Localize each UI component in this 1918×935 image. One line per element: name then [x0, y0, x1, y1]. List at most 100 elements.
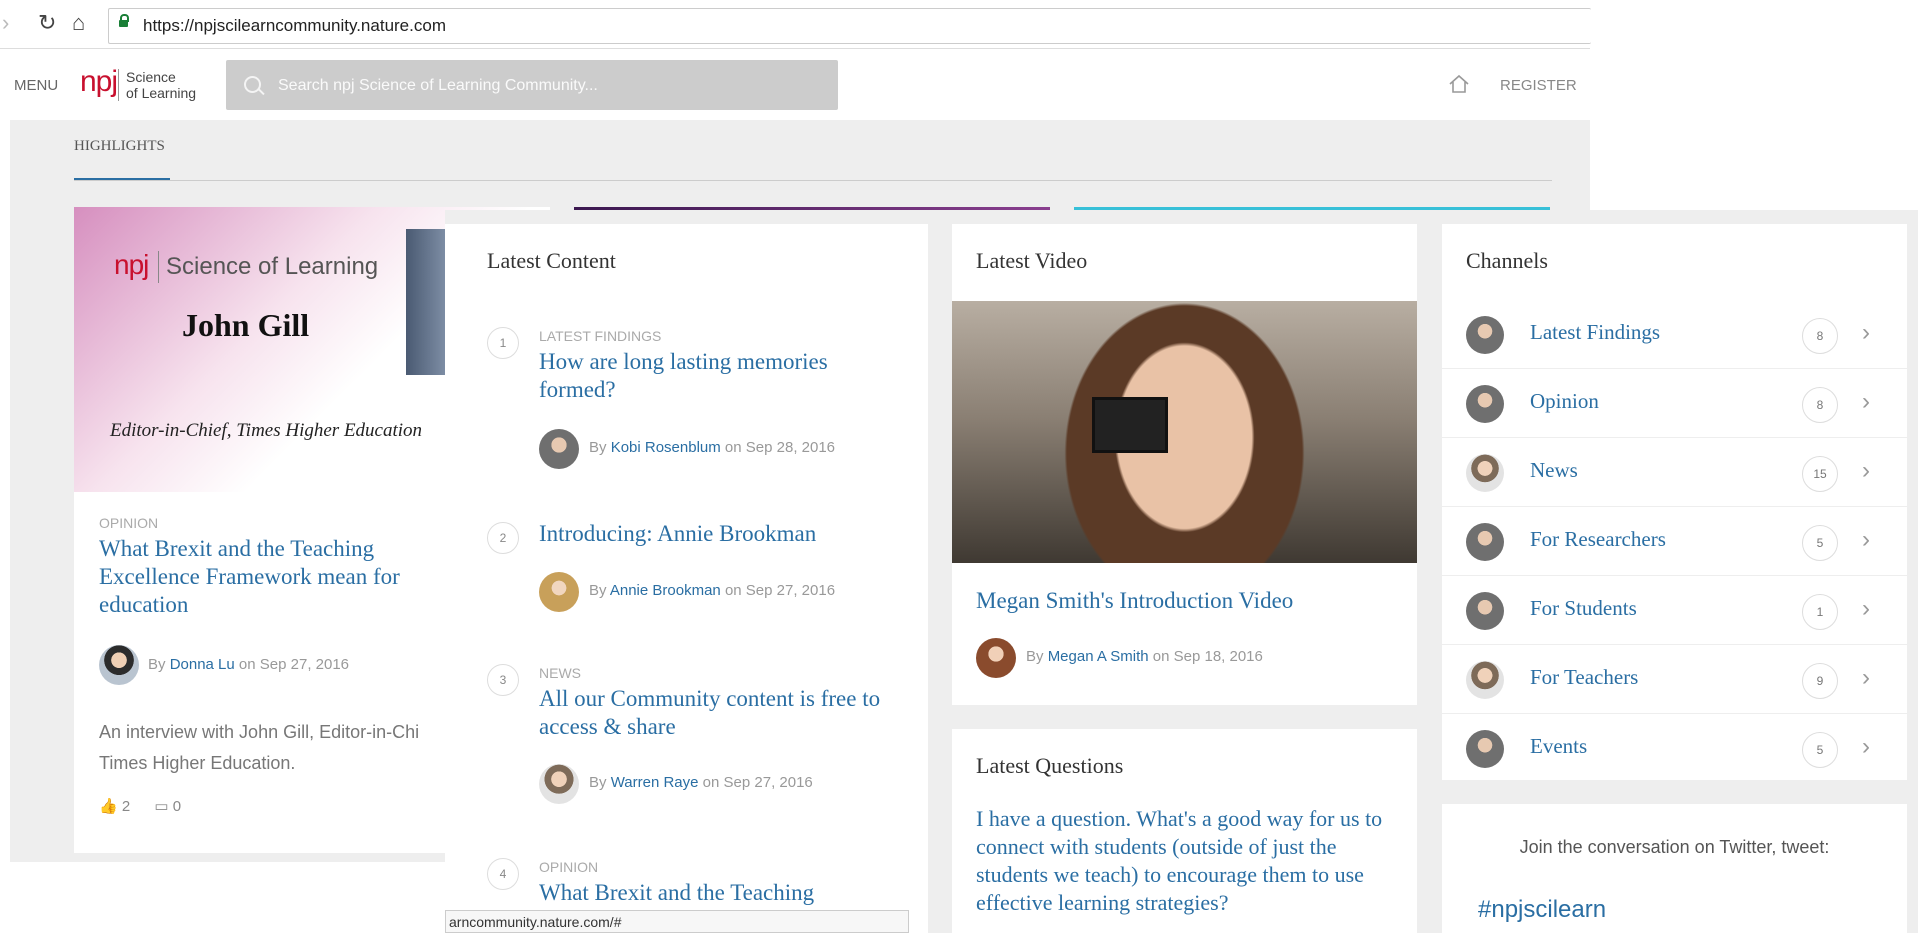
avatar[interactable] [539, 764, 579, 804]
channel-row-for-students[interactable]: For Students 1 › [1442, 576, 1907, 645]
register-link[interactable]: REGISTER [1500, 77, 1577, 94]
author-link[interactable]: Donna Lu [170, 656, 235, 673]
logo-text[interactable]: Science of Learning [126, 69, 196, 101]
twitter-prompt: Join the conversation on Twitter, tweet: [1519, 837, 1830, 857]
post-date: Sep 27, 2016 [745, 582, 836, 599]
chevron-right-icon[interactable]: › [1862, 595, 1870, 623]
twitter-panel: Join the conversation on Twitter, tweet:… [1442, 804, 1907, 933]
search-icon [244, 76, 261, 93]
on-text: on [724, 439, 742, 456]
channel-row-events[interactable]: Events 5 › [1442, 714, 1907, 782]
chevron-right-icon[interactable]: › [1862, 388, 1870, 416]
item-title[interactable]: Introducing: Annie Brookman [539, 520, 899, 548]
chevron-right-icon[interactable]: › [1862, 457, 1870, 485]
latest-video-panel: Latest Video Megan Smith's Introduction … [952, 224, 1417, 705]
by-text: By [589, 774, 607, 791]
avatar[interactable] [99, 645, 139, 685]
item-category: OPINION [539, 859, 599, 875]
avatar[interactable] [539, 572, 579, 612]
menu-button[interactable]: MENU [14, 77, 58, 94]
status-bar: arncommunity.nature.com/# [445, 910, 909, 933]
item-number: 3 [487, 664, 519, 696]
by-text: By [589, 439, 607, 456]
chevron-right-icon[interactable]: › [1862, 319, 1870, 347]
highlight-title[interactable]: What Brexit and the Teaching Excellence … [99, 535, 469, 619]
channel-row-for-teachers[interactable]: For Teachers 9 › [1442, 645, 1907, 714]
author-link[interactable]: Warren Raye [611, 774, 699, 791]
channel-name[interactable]: Opinion [1530, 389, 1599, 414]
channel-row-for-researchers[interactable]: For Researchers 5 › [1442, 507, 1907, 576]
site-home-icon[interactable] [1448, 73, 1470, 95]
chevron-right-icon[interactable]: › [1862, 664, 1870, 692]
avatar[interactable] [539, 429, 579, 469]
reload-icon[interactable]: ↻ [38, 10, 56, 36]
chevron-right-icon[interactable]: › [1862, 733, 1870, 761]
logo-divider [118, 69, 119, 101]
channel-name[interactable]: For Teachers [1530, 665, 1638, 690]
excerpt-line2: Times Higher Education. [99, 753, 296, 773]
item-category: NEWS [539, 665, 581, 681]
item-title[interactable]: How are long lasting memories formed? [539, 348, 899, 404]
item-number: 2 [487, 522, 519, 554]
post-date: Sep 27, 2016 [723, 774, 813, 791]
channel-name[interactable]: Events [1530, 734, 1587, 759]
home-icon[interactable]: ⌂ [72, 10, 85, 36]
video-meta: By Megan A Smith on Sep 18, 2016 [1026, 648, 1263, 665]
on-text: on [724, 582, 742, 599]
banner-logo-mark: npj [114, 249, 149, 280]
avatar[interactable] [976, 638, 1016, 678]
highlight-excerpt: An interview with John Gill, Editor-in-C… [99, 717, 419, 779]
item-meta: By Warren Raye on Sep 27, 2016 [589, 774, 813, 791]
chevron-right-icon[interactable]: › [1862, 526, 1870, 554]
channel-avatar [1466, 661, 1504, 699]
channel-avatar [1466, 523, 1504, 561]
twitter-hashtag-link[interactable]: #npjscilearn [1478, 896, 1606, 924]
channel-row-news[interactable]: News 15 › [1442, 438, 1907, 507]
video-title-link[interactable]: Megan Smith's Introduction Video [976, 587, 1396, 615]
search-bar[interactable] [226, 60, 838, 110]
like-icon[interactable]: 👍 [99, 798, 118, 815]
channel-avatar [1466, 730, 1504, 768]
author-link[interactable]: Annie Brookman [610, 582, 721, 599]
channel-count: 8 [1802, 387, 1838, 423]
channel-name[interactable]: For Researchers [1530, 527, 1666, 552]
item-meta: By Kobi Rosenblum on Sep 28, 2016 [589, 439, 835, 456]
author-link[interactable]: Kobi Rosenblum [611, 439, 721, 456]
item-title[interactable]: All our Community content is free to acc… [539, 685, 909, 741]
channel-row-latest-findings[interactable]: Latest Findings 8 › [1442, 300, 1907, 369]
video-thumbnail[interactable] [952, 301, 1417, 563]
channel-name[interactable]: News [1530, 458, 1578, 483]
comment-icon[interactable]: ▭ [154, 798, 168, 815]
item-number: 1 [487, 327, 519, 359]
like-count: 2 [121, 798, 131, 815]
site-header: MENU npj Science of Learning REGISTER [10, 49, 1590, 120]
channel-count: 5 [1802, 732, 1838, 768]
latest-questions-panel: Latest Questions I have a question. What… [952, 729, 1417, 933]
post-date: Sep 18, 2016 [1173, 648, 1263, 665]
channel-name[interactable]: Latest Findings [1530, 320, 1660, 345]
search-input[interactable] [276, 73, 820, 99]
by-text: By [1026, 648, 1044, 665]
by-text: By [148, 656, 166, 673]
author-link[interactable]: Megan A Smith [1048, 648, 1149, 665]
url-text: https://npjscilearncommunity.nature.com [143, 16, 446, 35]
channel-name[interactable]: For Students [1530, 596, 1637, 621]
on-text: on [238, 656, 256, 673]
lock-icon [119, 14, 129, 27]
tab-highlights[interactable]: HIGHLIGHTS [74, 138, 165, 155]
channel-count: 9 [1802, 663, 1838, 699]
channel-row-opinion[interactable]: Opinion 8 › [1442, 369, 1907, 438]
highlight-meta: By Donna Lu on Sep 27, 2016 [148, 656, 349, 673]
banner-title: Science of Learning [166, 253, 379, 280]
logo-line1: Science [126, 69, 176, 85]
address-bar[interactable]: https://npjscilearncommunity.nature.com [108, 8, 1591, 44]
logo-mark[interactable]: npj [80, 65, 118, 99]
forward-icon[interactable]: › [2, 10, 9, 36]
latest-content-title: Latest Content [487, 248, 616, 273]
banner-divider [158, 251, 159, 283]
latest-questions-title: Latest Questions [976, 753, 1124, 778]
item-number: 4 [487, 858, 519, 890]
on-text: on [702, 774, 720, 791]
banner-role: Editor-in-Chief, Times Higher Education [110, 420, 423, 441]
question-link[interactable]: I have a question. What's a good way for… [976, 805, 1386, 917]
